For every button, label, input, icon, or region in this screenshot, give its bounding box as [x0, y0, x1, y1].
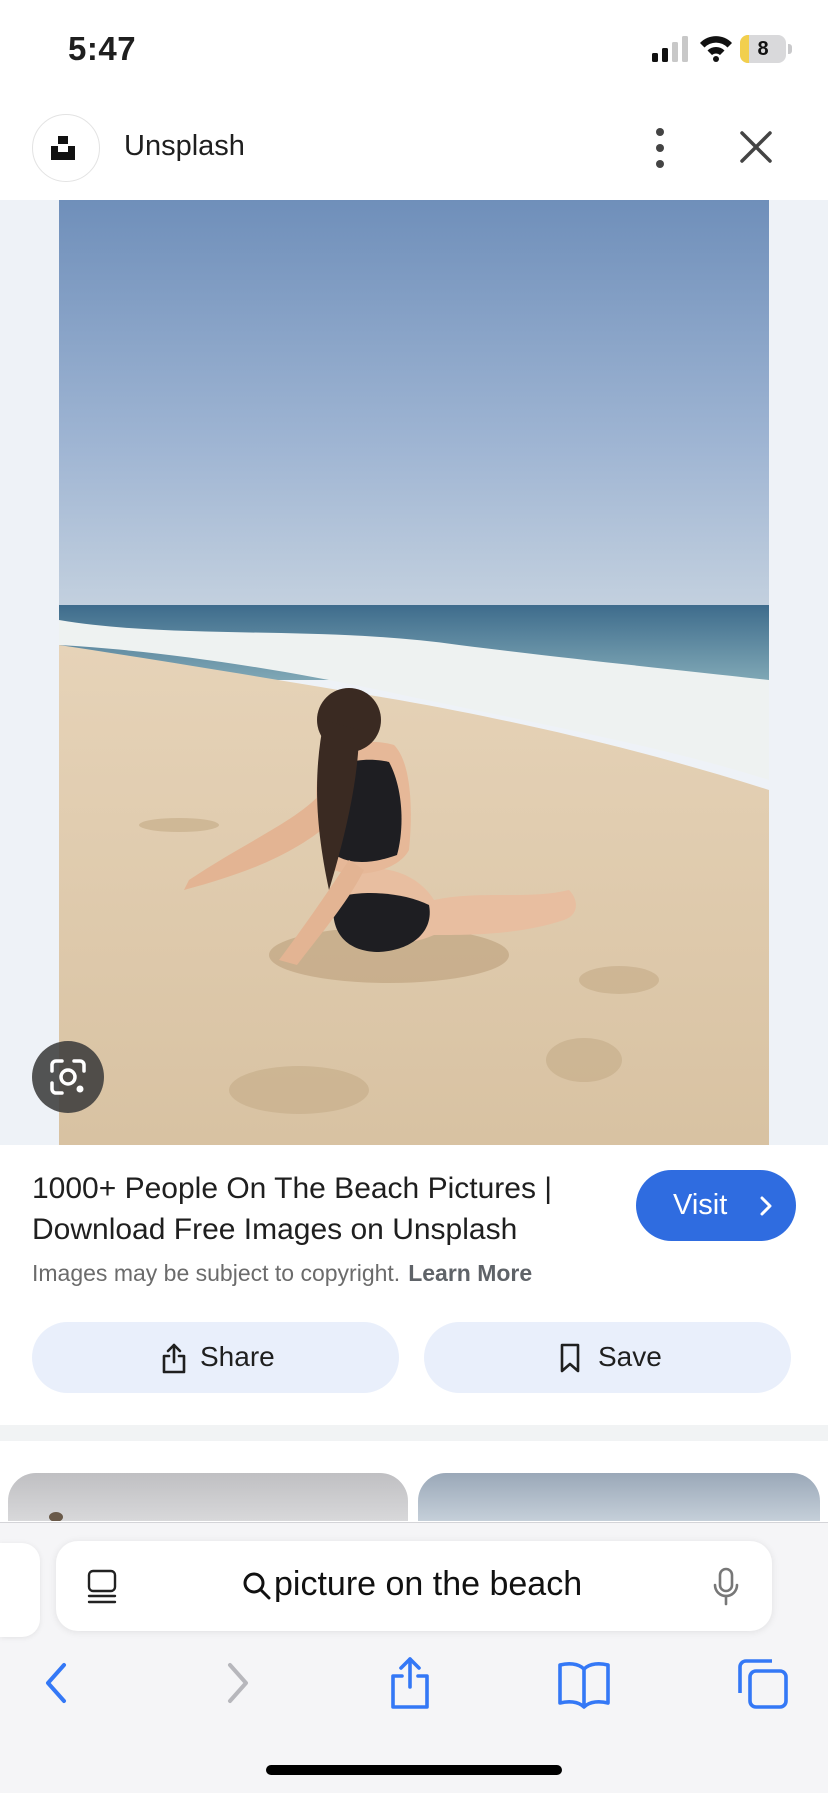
wifi-icon	[700, 36, 732, 62]
result-title[interactable]: 1000+ People On The Beach Pictures | Dow…	[32, 1168, 612, 1250]
share-icon	[162, 1343, 186, 1374]
forward-button[interactable]	[206, 1653, 266, 1713]
microphone-icon[interactable]	[712, 1567, 740, 1607]
more-options-button[interactable]	[640, 122, 680, 172]
share-icon	[391, 1657, 429, 1709]
forward-chevron-icon	[228, 1663, 248, 1703]
battery-body: 8	[740, 35, 786, 63]
book-icon	[558, 1662, 610, 1709]
back-chevron-icon	[46, 1663, 66, 1703]
cellular-signal-icon	[652, 36, 688, 62]
unsplash-logo-icon	[51, 136, 75, 160]
related-image-thumbnail[interactable]	[8, 1473, 408, 1521]
bookmarks-button[interactable]	[554, 1653, 614, 1713]
battery-level: 8	[757, 38, 769, 60]
related-image-preview	[49, 1512, 63, 1521]
battery-tip	[788, 44, 792, 54]
previous-tab-peek[interactable]	[0, 1543, 40, 1637]
browser-toolbar: picture on the beach	[0, 1522, 828, 1793]
copyright-text: Images may be subject to copyright.	[32, 1260, 401, 1286]
home-indicator	[266, 1765, 562, 1775]
more-vertical-icon	[656, 128, 664, 168]
reader-view-icon[interactable]	[86, 1569, 118, 1605]
tabs-icon	[738, 1659, 788, 1709]
status-bar: 5:47 8	[0, 0, 828, 100]
copyright-notice: Images may be subject to copyright. Learn…	[32, 1260, 532, 1287]
address-bar[interactable]: picture on the beach	[56, 1541, 772, 1631]
visit-label: Visit	[673, 1189, 728, 1221]
beach-photo[interactable]	[59, 200, 769, 1145]
related-images	[0, 1441, 828, 1521]
related-image-thumbnail[interactable]	[418, 1473, 820, 1521]
share-button[interactable]: Share	[32, 1322, 399, 1393]
safari-share-button[interactable]	[380, 1653, 440, 1713]
close-icon	[740, 131, 772, 163]
beach-photo-illustration	[59, 200, 769, 1145]
save-label: Save	[598, 1341, 662, 1372]
learn-more-link[interactable]: Learn More	[408, 1260, 532, 1286]
tabs-button[interactable]	[732, 1653, 792, 1713]
image-preview-area	[0, 200, 828, 1145]
status-time: 5:47	[68, 30, 137, 67]
site-header: Unsplash	[0, 100, 828, 200]
save-button[interactable]: Save	[424, 1322, 791, 1393]
google-lens-icon	[50, 1059, 86, 1095]
address-query: picture on the beach	[274, 1565, 583, 1603]
search-icon	[243, 1572, 271, 1600]
share-label: Share	[200, 1341, 275, 1372]
close-button[interactable]	[736, 124, 776, 170]
site-name[interactable]: Unsplash	[124, 130, 245, 163]
bookmark-icon	[560, 1343, 580, 1373]
chevron-right-icon	[760, 1196, 772, 1216]
battery-icon: 8	[740, 35, 792, 63]
site-avatar[interactable]	[32, 114, 100, 182]
google-lens-button[interactable]	[32, 1041, 104, 1113]
back-button[interactable]	[28, 1653, 88, 1713]
visit-button[interactable]: Visit	[636, 1170, 796, 1241]
section-divider	[0, 1425, 828, 1441]
